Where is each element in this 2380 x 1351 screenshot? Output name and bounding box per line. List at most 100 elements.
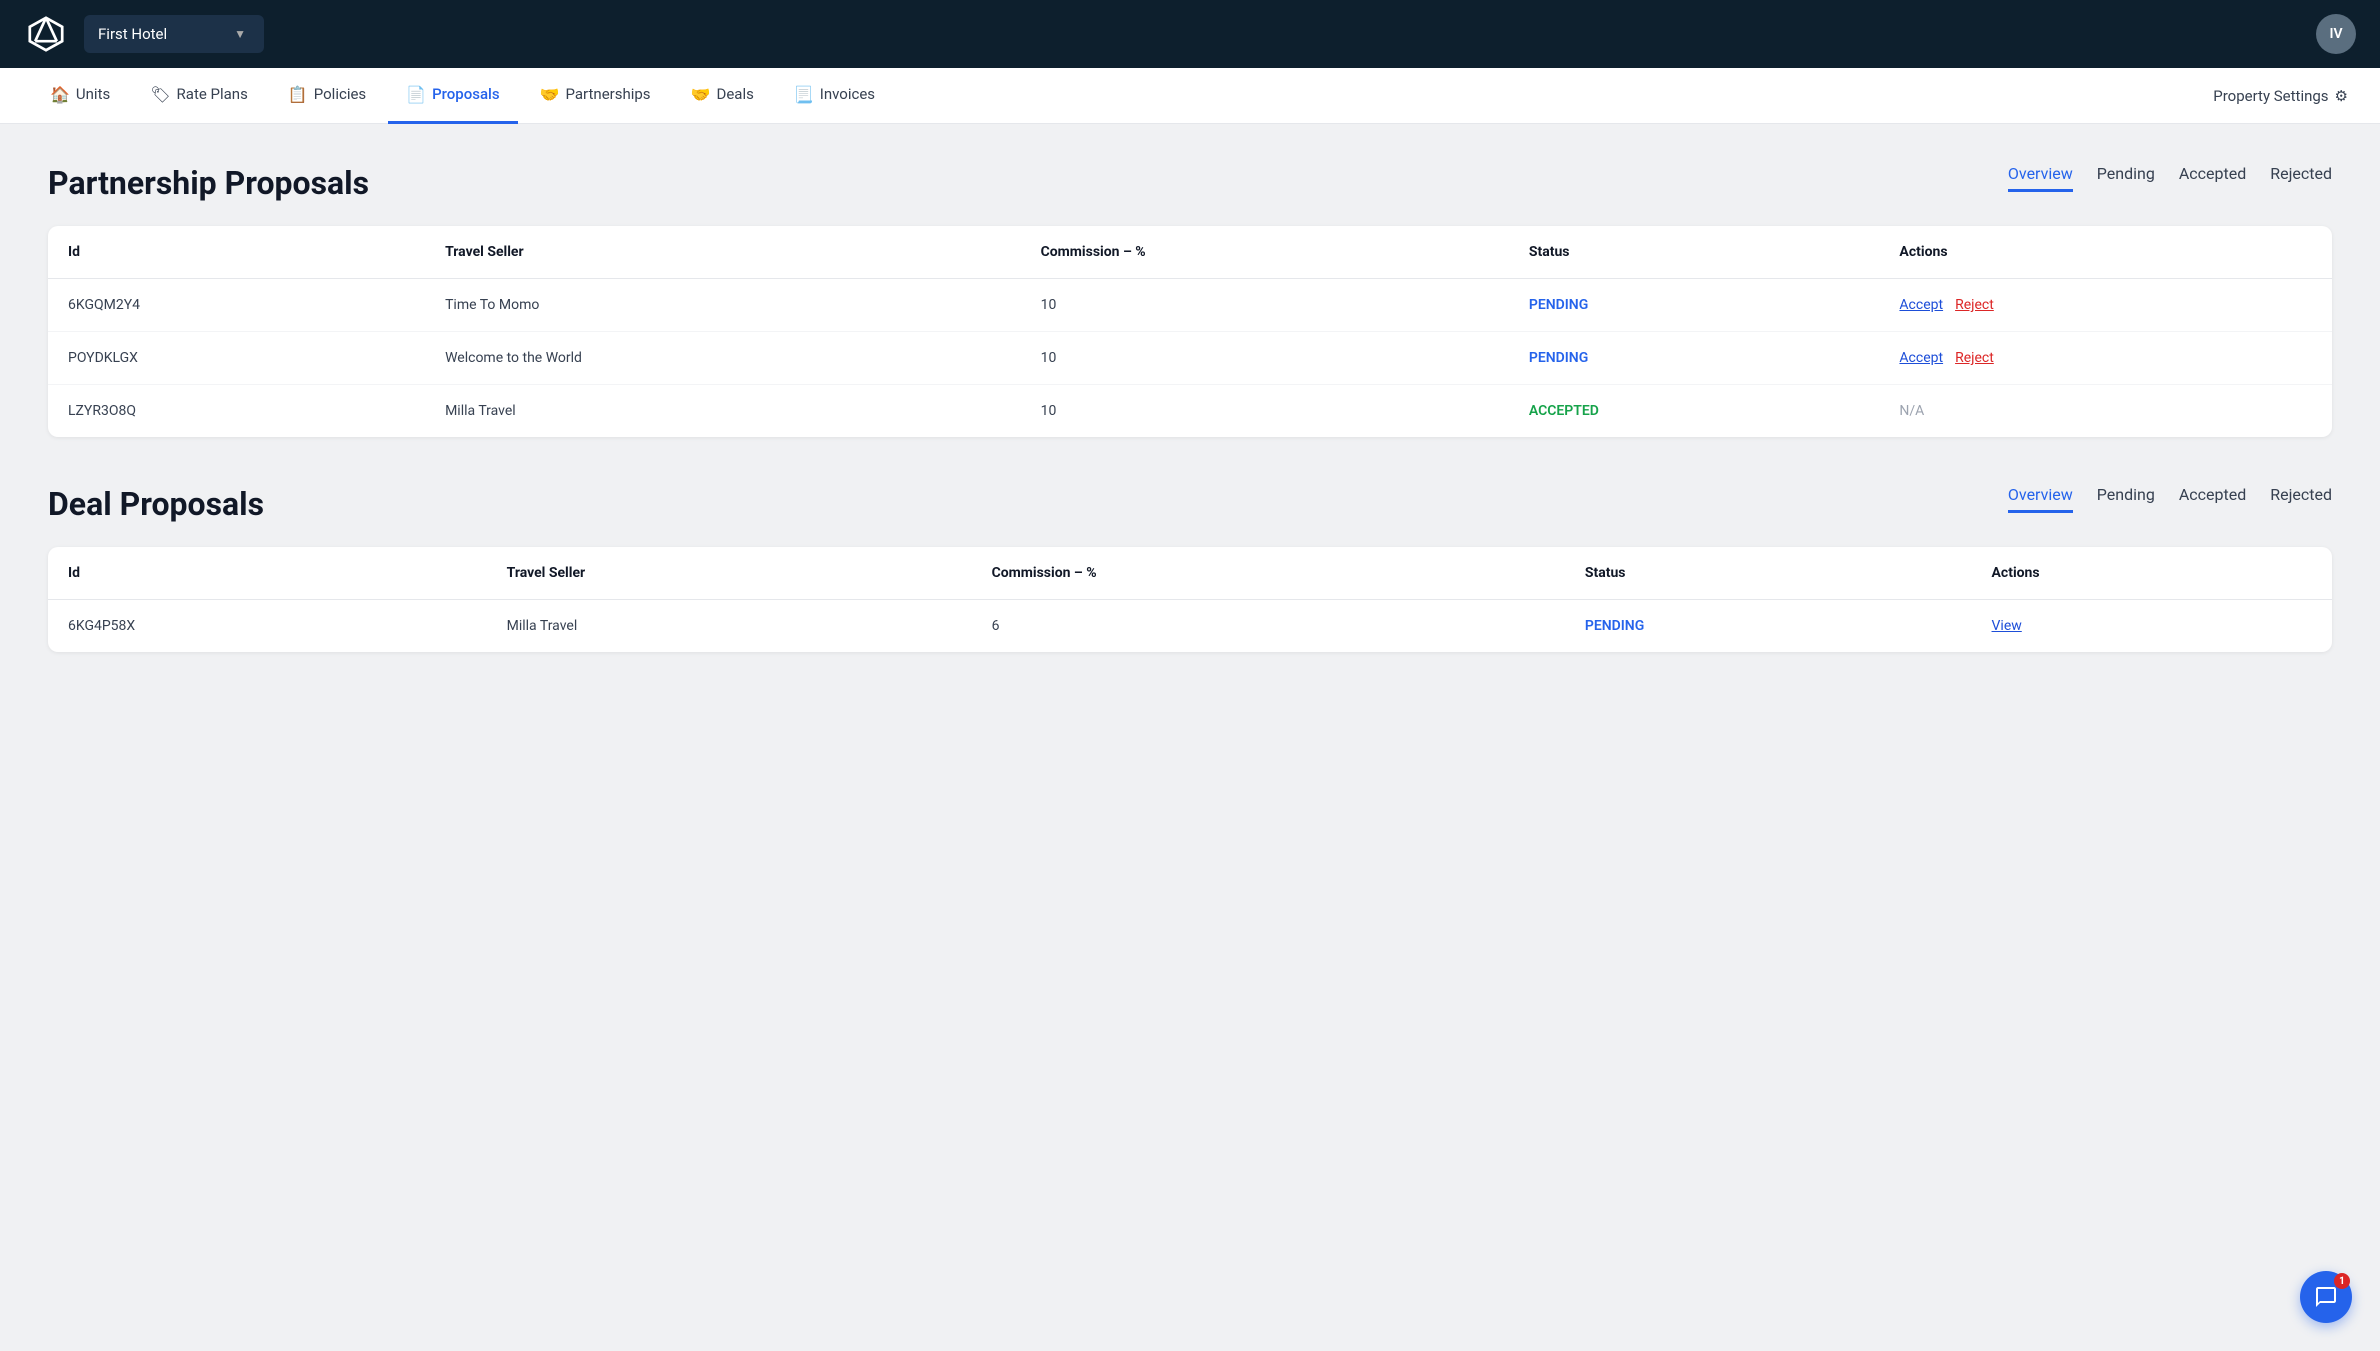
partnership-proposals-section: Partnership Proposals Overview Pending A… — [48, 164, 2332, 437]
accept-button[interactable]: Accept — [1899, 350, 1943, 366]
subnav-item-partnerships[interactable]: 🤝 Partnerships — [522, 68, 669, 124]
col-id: Id — [48, 547, 487, 600]
reject-button[interactable]: Reject — [1955, 297, 1994, 313]
deal-proposals-section: Deal Proposals Overview Pending Accepted… — [48, 485, 2332, 652]
cell-id: POYDKLGX — [48, 332, 425, 385]
partnership-tab-accepted[interactable]: Accepted — [2179, 164, 2246, 192]
deal-proposals-header: Deal Proposals Overview Pending Accepted… — [48, 485, 2332, 523]
table-row: POYDKLGX Welcome to the World 10 PENDING… — [48, 332, 2332, 385]
col-travel-seller: Travel Seller — [487, 547, 972, 600]
subnav-label-proposals: Proposals — [432, 85, 500, 103]
cell-id: 6KG4P58X — [48, 600, 487, 653]
cell-actions: View — [1972, 600, 2332, 653]
deals-icon: 🤝 — [691, 85, 711, 104]
deal-tab-overview[interactable]: Overview — [2008, 485, 2073, 513]
proposals-icon: 📄 — [406, 85, 426, 104]
policies-icon: 📋 — [288, 85, 308, 104]
subnav-label-deals: Deals — [716, 85, 753, 103]
col-status: Status — [1509, 226, 1880, 279]
partnership-tab-pending[interactable]: Pending — [2097, 164, 2155, 192]
cell-commission: 10 — [1021, 279, 1509, 332]
cell-status: PENDING — [1565, 600, 1972, 653]
deal-proposals-table: Id Travel Seller Commission – % Status A… — [48, 547, 2332, 652]
cell-status: ACCEPTED — [1509, 385, 1880, 438]
rate-plans-icon: 🏷 — [150, 85, 170, 104]
deal-proposals-tabs: Overview Pending Accepted Rejected — [2008, 485, 2332, 513]
cell-commission: 6 — [972, 600, 1565, 653]
topbar-left: First Hotel ▼ — [24, 12, 264, 56]
units-icon: 🏠 — [50, 85, 70, 104]
subnav-label-rate-plans: Rate Plans — [177, 85, 248, 103]
col-commission: Commission – % — [972, 547, 1565, 600]
main-content: Partnership Proposals Overview Pending A… — [0, 124, 2380, 740]
cell-status: PENDING — [1509, 279, 1880, 332]
hotel-name: First Hotel — [98, 25, 167, 43]
cell-travel-seller: Milla Travel — [425, 385, 1021, 438]
subnav-label-invoices: Invoices — [820, 85, 875, 103]
deal-tab-accepted[interactable]: Accepted — [2179, 485, 2246, 513]
subnav-item-invoices[interactable]: 📃 Invoices — [776, 68, 893, 124]
partnership-proposals-tbody: 6KGQM2Y4 Time To Momo 10 PENDING Accept R… — [48, 279, 2332, 438]
col-id: Id — [48, 226, 425, 279]
subnav-item-deals[interactable]: 🤝 Deals — [673, 68, 772, 124]
partnership-tab-rejected[interactable]: Rejected — [2270, 164, 2332, 192]
col-travel-seller: Travel Seller — [425, 226, 1021, 279]
cell-travel-seller: Welcome to the World — [425, 332, 1021, 385]
deal-proposals-table-container: Id Travel Seller Commission – % Status A… — [48, 547, 2332, 652]
chat-badge: 1 — [2334, 1273, 2350, 1289]
table-row: 6KG4P58X Milla Travel 6 PENDING View — [48, 600, 2332, 653]
subnav-item-rate-plans[interactable]: 🏷 Rate Plans — [132, 68, 266, 124]
deal-tab-pending[interactable]: Pending — [2097, 485, 2155, 513]
cell-status: PENDING — [1509, 332, 1880, 385]
partnerships-icon: 🤝 — [540, 85, 560, 104]
partnership-proposals-table: Id Travel Seller Commission – % Status A… — [48, 226, 2332, 437]
property-settings-label: Property Settings — [2213, 87, 2328, 105]
subnav-label-policies: Policies — [314, 85, 366, 103]
deal-proposals-thead: Id Travel Seller Commission – % Status A… — [48, 547, 2332, 600]
table-row: 6KGQM2Y4 Time To Momo 10 PENDING Accept R… — [48, 279, 2332, 332]
partnership-tab-overview[interactable]: Overview — [2008, 164, 2073, 192]
subnav-label-partnerships: Partnerships — [566, 85, 651, 103]
partnership-proposals-title: Partnership Proposals — [48, 164, 369, 202]
property-settings-button[interactable]: Property Settings ⚙ — [2213, 87, 2348, 105]
subnav-label-units: Units — [76, 85, 110, 103]
deal-tab-rejected[interactable]: Rejected — [2270, 485, 2332, 513]
reject-button[interactable]: Reject — [1955, 350, 1994, 366]
cell-commission: 10 — [1021, 385, 1509, 438]
hotel-selector[interactable]: First Hotel ▼ — [84, 15, 264, 53]
cell-travel-seller: Milla Travel — [487, 600, 972, 653]
col-actions: Actions — [1879, 226, 2332, 279]
subnav: 🏠 Units 🏷 Rate Plans 📋 Policies 📄 Propos… — [0, 68, 2380, 124]
partnership-proposals-table-container: Id Travel Seller Commission – % Status A… — [48, 226, 2332, 437]
cell-actions: N/A — [1879, 385, 2332, 438]
chevron-down-icon: ▼ — [234, 27, 246, 41]
table-row: LZYR3O8Q Milla Travel 10 ACCEPTED N/A — [48, 385, 2332, 438]
cell-actions: Accept Reject — [1879, 279, 2332, 332]
partnership-proposals-tabs: Overview Pending Accepted Rejected — [2008, 164, 2332, 192]
cell-id: LZYR3O8Q — [48, 385, 425, 438]
col-status: Status — [1565, 547, 1972, 600]
chat-button[interactable]: 1 — [2300, 1271, 2352, 1323]
na-label: N/A — [1899, 403, 1924, 419]
subnav-item-policies[interactable]: 📋 Policies — [270, 68, 384, 124]
cell-actions: Accept Reject — [1879, 332, 2332, 385]
accept-button[interactable]: Accept — [1899, 297, 1943, 313]
subnav-item-proposals[interactable]: 📄 Proposals — [388, 68, 517, 124]
cell-travel-seller: Time To Momo — [425, 279, 1021, 332]
topbar: First Hotel ▼ IV — [0, 0, 2380, 68]
partnership-proposals-header-row: Id Travel Seller Commission – % Status A… — [48, 226, 2332, 279]
view-button[interactable]: View — [1992, 618, 2022, 634]
subnav-item-units[interactable]: 🏠 Units — [32, 68, 128, 124]
invoices-icon: 📃 — [794, 85, 814, 104]
avatar[interactable]: IV — [2316, 14, 2356, 54]
col-actions: Actions — [1972, 547, 2332, 600]
gear-icon: ⚙ — [2335, 87, 2348, 105]
cell-commission: 10 — [1021, 332, 1509, 385]
cell-id: 6KGQM2Y4 — [48, 279, 425, 332]
deal-proposals-title: Deal Proposals — [48, 485, 264, 523]
partnership-proposals-thead: Id Travel Seller Commission – % Status A… — [48, 226, 2332, 279]
col-commission: Commission – % — [1021, 226, 1509, 279]
deal-proposals-header-row: Id Travel Seller Commission – % Status A… — [48, 547, 2332, 600]
partnership-proposals-header: Partnership Proposals Overview Pending A… — [48, 164, 2332, 202]
deal-proposals-tbody: 6KG4P58X Milla Travel 6 PENDING View — [48, 600, 2332, 653]
